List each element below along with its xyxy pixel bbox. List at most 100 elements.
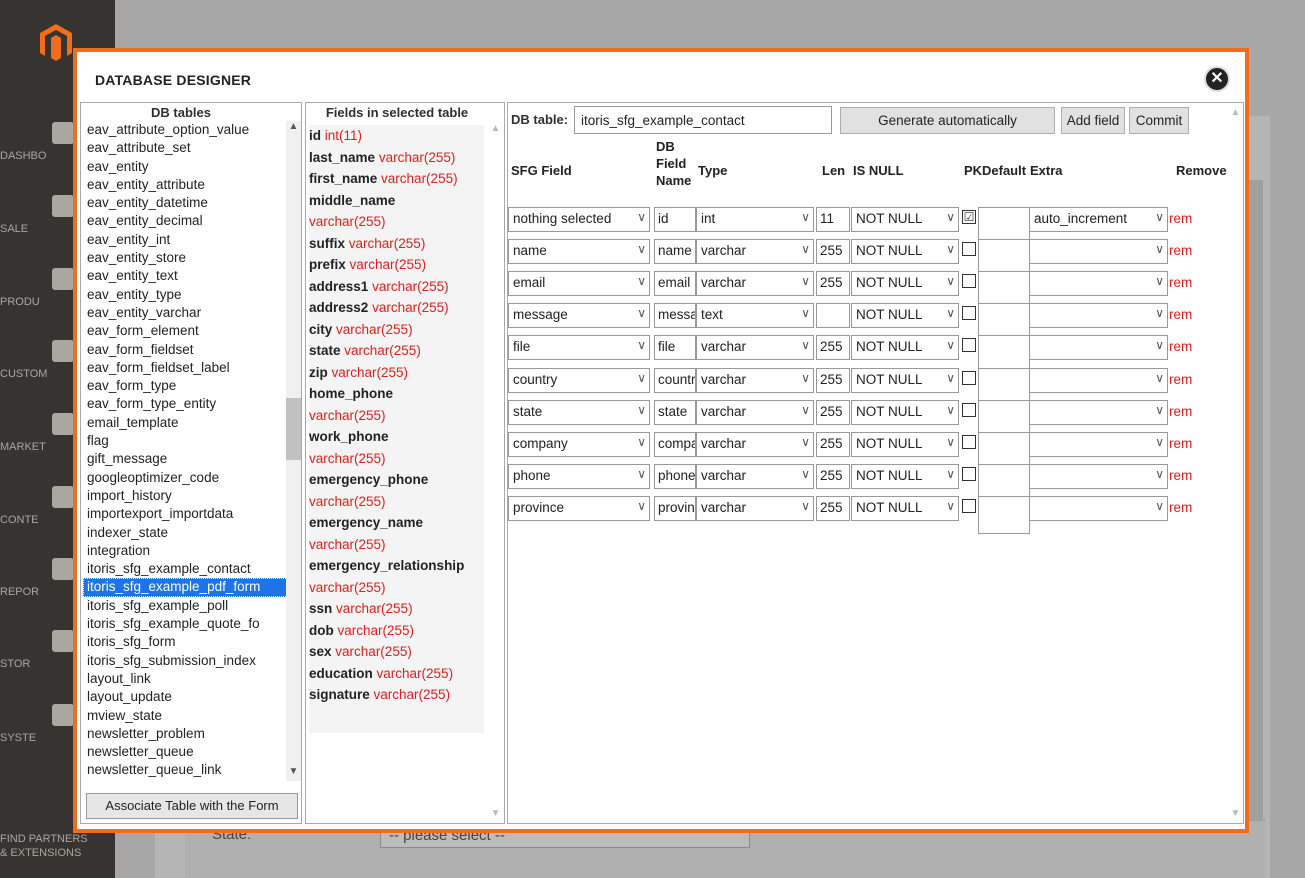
type-select[interactable]: varchar ∨ [696,496,814,521]
len-input[interactable]: 255 [816,271,850,296]
db-table-item[interactable]: indexer_state [83,524,288,542]
db-table-item[interactable]: eav_entity_store [83,249,288,267]
db-table-item[interactable]: eav_entity_decimal [83,212,288,230]
remove-link[interactable]: rem [1169,307,1192,322]
type-select[interactable]: varchar ∨ [696,239,814,264]
is-null-select[interactable]: NOT NULL ∨ [851,239,959,264]
db-table-item[interactable]: eav_attribute_set [83,139,288,157]
type-select[interactable]: varchar ∨ [696,400,814,425]
db-table-item[interactable]: eav_form_fieldset_label [83,359,288,377]
db-table-item[interactable]: itoris_sfg_example_contact [83,560,288,578]
pk-checkbox[interactable] [962,242,976,256]
remove-link[interactable]: rem [1169,275,1192,290]
type-select[interactable]: varchar ∨ [696,335,814,360]
db-table-item[interactable]: mview_state [83,707,288,725]
len-input[interactable]: 255 [816,335,850,360]
default-input[interactable] [978,496,1030,534]
extra-select[interactable]: ∨ [1029,368,1168,393]
db-tables-list[interactable]: eav_attribute_option_value eav_attribute_… [83,121,288,781]
type-select[interactable]: varchar ∨ [696,368,814,393]
db-table-item[interactable]: layout_update [83,688,288,706]
scroll-down-icon[interactable]: ▼ [488,808,503,819]
db-table-item[interactable]: eav_entity_datetime [83,194,288,212]
sfg-field-select[interactable]: country ∨ [508,368,650,393]
sfg-field-select[interactable]: message ∨ [508,303,650,328]
extra-select[interactable]: ∨ [1029,496,1168,521]
extra-select[interactable]: ∨ [1029,464,1168,489]
db-table-item[interactable]: integration [83,542,288,560]
extra-select[interactable]: ∨ [1029,303,1168,328]
db-field-name-input[interactable]: email [654,271,696,296]
pk-checkbox[interactable]: ☑ [962,210,976,224]
is-null-select[interactable]: NOT NULL ∨ [851,432,959,457]
db-table-item[interactable]: import_history [83,487,288,505]
is-null-select[interactable]: NOT NULL ∨ [851,400,959,425]
db-table-input[interactable] [574,106,832,134]
db-table-item[interactable]: layout_link [83,670,288,688]
len-input[interactable] [816,303,850,328]
db-table-item[interactable]: eav_entity [83,158,288,176]
db-table-item[interactable]: flag [83,432,288,450]
db-table-item[interactable]: eav_entity_type [83,286,288,304]
db-table-item[interactable]: eav_entity_text [83,267,288,285]
remove-link[interactable]: rem [1169,211,1192,226]
db-field-name-input[interactable]: name [654,239,696,264]
generate-automatically-button[interactable]: Generate automatically [840,107,1055,134]
len-input[interactable]: 255 [816,400,850,425]
extra-select[interactable]: ∨ [1029,239,1168,264]
sfg-field-select[interactable]: nothing selected ∨ [508,207,650,232]
commit-button[interactable]: Commit [1129,107,1189,134]
sfg-field-select[interactable]: email ∨ [508,271,650,296]
db-table-item[interactable]: eav_form_type_entity [83,395,288,413]
db-table-item[interactable]: eav_entity_attribute [83,176,288,194]
db-table-item[interactable]: newsletter_queue [83,743,288,761]
db-table-item[interactable]: eav_entity_varchar [83,304,288,322]
remove-link[interactable]: rem [1169,243,1192,258]
db-table-item[interactable]: eav_form_type [83,377,288,395]
pk-checkbox[interactable] [962,274,976,288]
db-field-name-input[interactable]: id [654,207,696,232]
extra-select[interactable]: ∨ [1029,400,1168,425]
add-field-button[interactable]: Add field [1061,107,1125,134]
db-table-item[interactable]: eav_form_fieldset [83,341,288,359]
sfg-field-select[interactable]: province ∨ [508,496,650,521]
db-table-item[interactable]: newsletter_problem [83,725,288,743]
close-button[interactable]: ✕ [1204,66,1230,92]
pk-checkbox[interactable] [962,306,976,320]
db-table-item[interactable]: itoris_sfg_example_poll [83,597,288,615]
db-table-item[interactable]: newsletter_queue_link [83,761,288,779]
scroll-up-icon[interactable]: ▲ [1228,107,1243,118]
db-field-name-input[interactable]: file [654,335,696,360]
len-input[interactable]: 255 [816,432,850,457]
remove-link[interactable]: rem [1169,404,1192,419]
is-null-select[interactable]: NOT NULL ∨ [851,368,959,393]
db-table-item[interactable]: eav_form_element [83,322,288,340]
db-table-item[interactable]: itoris_sfg_example_quote_fo [83,615,288,633]
type-select[interactable]: text ∨ [696,303,814,328]
db-table-item[interactable]: itoris_sfg_form [83,633,288,651]
len-input[interactable]: 255 [816,368,850,393]
is-null-select[interactable]: NOT NULL ∨ [851,496,959,521]
len-input[interactable]: 255 [816,464,850,489]
type-select[interactable]: varchar ∨ [696,432,814,457]
is-null-select[interactable]: NOT NULL ∨ [851,335,959,360]
extra-select[interactable]: auto_increment ∨ [1029,207,1168,232]
remove-link[interactable]: rem [1169,500,1192,515]
scroll-down-icon[interactable]: ▼ [1228,808,1243,819]
type-select[interactable]: int ∨ [696,207,814,232]
sfg-field-select[interactable]: state ∨ [508,400,650,425]
page-scrollbar[interactable] [1247,180,1263,870]
pk-checkbox[interactable] [962,435,976,449]
db-field-name-input[interactable]: province [654,496,696,521]
db-table-item[interactable]: itoris_sfg_submission_index [83,652,288,670]
db-table-item[interactable]: importexport_importdata [83,505,288,523]
remove-link[interactable]: rem [1169,468,1192,483]
scroll-thumb[interactable] [286,398,301,460]
remove-link[interactable]: rem [1169,339,1192,354]
sfg-field-select[interactable]: phone ∨ [508,464,650,489]
is-null-select[interactable]: NOT NULL ∨ [851,207,959,232]
db-field-name-input[interactable]: company [654,432,696,457]
extra-select[interactable]: ∨ [1029,432,1168,457]
pk-checkbox[interactable] [962,371,976,385]
sfg-field-select[interactable]: name ∨ [508,239,650,264]
